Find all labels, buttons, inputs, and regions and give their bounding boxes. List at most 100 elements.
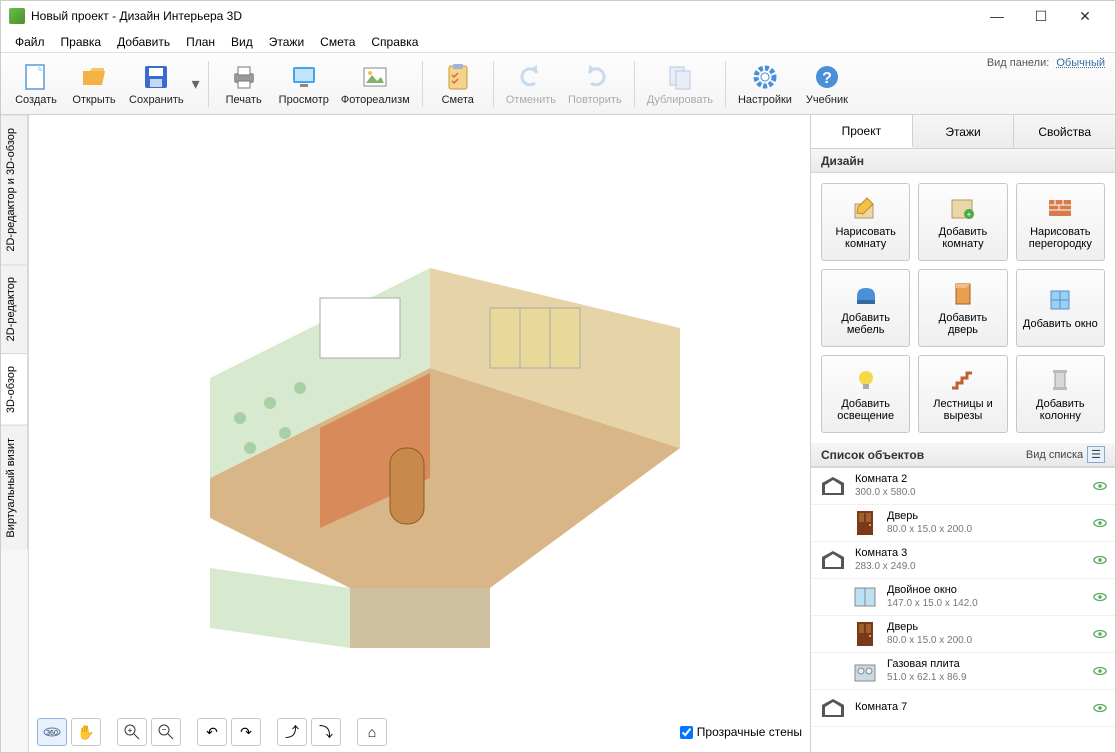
btn-draw-room[interactable]: Нарисовать комнату bbox=[821, 183, 910, 261]
transparent-walls-input[interactable] bbox=[680, 726, 693, 739]
toolbar-settings[interactable]: Настройки bbox=[734, 56, 796, 112]
object-name: Дверь bbox=[887, 621, 1085, 634]
close-button[interactable]: ✕ bbox=[1063, 2, 1107, 30]
menu-edit[interactable]: Правка bbox=[53, 33, 110, 51]
toolbar-estimate[interactable]: Смета bbox=[431, 56, 485, 112]
toolbar-create[interactable]: Создать bbox=[9, 56, 63, 112]
vtab-3d[interactable]: 3D-обзор bbox=[1, 353, 28, 425]
rtab-project[interactable]: Проект bbox=[811, 115, 913, 148]
viewport-toolbar: 360 ✋ + − ↶ ↷ ⤴ ⤵ ⌂ Прозрачные стены bbox=[37, 716, 802, 748]
visibility-toggle[interactable] bbox=[1093, 592, 1107, 602]
maximize-button[interactable]: ☐ bbox=[1019, 2, 1063, 30]
menu-view[interactable]: Вид bbox=[223, 33, 261, 51]
object-row[interactable]: Комната 2300.0 x 580.0 bbox=[811, 468, 1115, 505]
object-row[interactable]: Газовая плита51.0 x 62.1 x 86.9 bbox=[811, 653, 1115, 690]
stairs-icon bbox=[948, 366, 978, 394]
save-icon bbox=[141, 62, 171, 92]
object-row[interactable]: Дверь80.0 x 15.0 x 200.0 bbox=[811, 616, 1115, 653]
object-name: Комната 3 bbox=[855, 547, 1085, 560]
toolbar-undo[interactable]: Отменить bbox=[502, 56, 560, 112]
gear-icon bbox=[750, 62, 780, 92]
titlebar: Новый проект - Дизайн Интерьера 3D — ☐ ✕ bbox=[1, 1, 1115, 31]
object-row[interactable]: Двойное окно147.0 x 15.0 x 142.0 bbox=[811, 579, 1115, 616]
object-dims: 80.0 x 15.0 x 200.0 bbox=[887, 635, 1085, 647]
btn-add-column[interactable]: Добавить колонну bbox=[1016, 355, 1105, 433]
minimize-button[interactable]: — bbox=[975, 2, 1019, 30]
home-view-button[interactable]: ⌂ bbox=[357, 718, 387, 746]
menubar: Файл Правка Добавить План Вид Этажи Смет… bbox=[1, 31, 1115, 53]
btn-add-room[interactable]: +Добавить комнату bbox=[918, 183, 1007, 261]
menu-file[interactable]: Файл bbox=[7, 33, 53, 51]
stove-icon bbox=[851, 657, 879, 685]
menu-estimate[interactable]: Смета bbox=[312, 33, 363, 51]
room-icon bbox=[819, 694, 847, 722]
door-icon bbox=[851, 620, 879, 648]
menu-help[interactable]: Справка bbox=[363, 33, 426, 51]
btn-add-door[interactable]: Добавить дверь bbox=[918, 269, 1007, 347]
object-name: Газовая плита bbox=[887, 658, 1085, 671]
rotate-360-button[interactable]: 360 bbox=[37, 718, 67, 746]
visibility-toggle[interactable] bbox=[1093, 703, 1107, 713]
menu-plan[interactable]: План bbox=[178, 33, 223, 51]
scene-3d[interactable] bbox=[37, 123, 802, 712]
transparent-walls-checkbox[interactable]: Прозрачные стены bbox=[680, 725, 802, 739]
object-row[interactable]: Комната 3283.0 x 249.0 bbox=[811, 542, 1115, 579]
object-list: Комната 2300.0 x 580.0Дверь80.0 x 15.0 x… bbox=[811, 467, 1115, 752]
menu-floors[interactable]: Этажи bbox=[261, 33, 312, 51]
visibility-toggle[interactable] bbox=[1093, 629, 1107, 639]
visibility-toggle[interactable] bbox=[1093, 518, 1107, 528]
object-row[interactable]: Комната 7 bbox=[811, 690, 1115, 727]
zoom-in-button[interactable]: + bbox=[117, 718, 147, 746]
brick-icon bbox=[1045, 194, 1075, 222]
rtab-properties[interactable]: Свойства bbox=[1014, 115, 1115, 148]
pan-button[interactable]: ✋ bbox=[71, 718, 101, 746]
bulb-icon bbox=[851, 366, 881, 394]
btn-draw-partition[interactable]: Нарисовать перегородку bbox=[1016, 183, 1105, 261]
tilt-up-button[interactable]: ⤴ bbox=[277, 718, 307, 746]
toolbar-save[interactable]: Сохранить bbox=[125, 56, 188, 112]
btn-add-furniture[interactable]: Добавить мебель bbox=[821, 269, 910, 347]
room-icon bbox=[819, 546, 847, 574]
btn-add-light[interactable]: Добавить освещение bbox=[821, 355, 910, 433]
object-dims: 300.0 x 580.0 bbox=[855, 487, 1085, 499]
rtab-floors[interactable]: Этажи bbox=[913, 115, 1015, 148]
toolbar-duplicate[interactable]: Дублировать bbox=[643, 56, 717, 112]
object-name: Комната 7 bbox=[855, 701, 1085, 714]
duplicate-icon bbox=[665, 62, 695, 92]
toolbar-photoreal[interactable]: Фотореализм bbox=[337, 56, 414, 112]
object-row[interactable]: Дверь80.0 x 15.0 x 200.0 bbox=[811, 505, 1115, 542]
tilt-down-button[interactable]: ⤵ bbox=[311, 718, 341, 746]
folder-open-icon bbox=[79, 62, 109, 92]
vtab-2d[interactable]: 2D-редактор bbox=[1, 264, 28, 353]
list-view-icon[interactable]: ☰ bbox=[1087, 446, 1105, 463]
visibility-toggle[interactable] bbox=[1093, 555, 1107, 565]
svg-text:+: + bbox=[967, 210, 972, 219]
svg-text:360: 360 bbox=[46, 730, 58, 737]
pencil-room-icon bbox=[851, 194, 881, 222]
menu-add[interactable]: Добавить bbox=[109, 33, 178, 51]
vtab-2d-3d[interactable]: 2D-редактор и 3D-обзор bbox=[1, 115, 28, 264]
zoom-out-button[interactable]: − bbox=[151, 718, 181, 746]
btn-stairs[interactable]: Лестницы и вырезы bbox=[918, 355, 1007, 433]
toolbar-tutorial[interactable]: ? Учебник bbox=[800, 56, 854, 112]
save-dropdown[interactable]: ▾ bbox=[190, 74, 202, 94]
rotate-right-button[interactable]: ↷ bbox=[231, 718, 261, 746]
visibility-toggle[interactable] bbox=[1093, 666, 1107, 676]
object-dims: 283.0 x 249.0 bbox=[855, 561, 1085, 573]
rotate-left-button[interactable]: ↶ bbox=[197, 718, 227, 746]
photo-icon bbox=[360, 62, 390, 92]
right-panel: Проект Этажи Свойства Дизайн Нарисовать … bbox=[810, 115, 1115, 752]
toolbar-open[interactable]: Открыть bbox=[67, 56, 121, 112]
add-room-icon: + bbox=[948, 194, 978, 222]
vtab-virtual[interactable]: Виртуальный визит bbox=[1, 425, 28, 550]
design-header: Дизайн bbox=[811, 149, 1115, 173]
toolbar-preview[interactable]: Просмотр bbox=[275, 56, 333, 112]
toolbar-print[interactable]: Печать bbox=[217, 56, 271, 112]
chair-icon bbox=[851, 280, 881, 308]
viewport-3d[interactable]: 360 ✋ + − ↶ ↷ ⤴ ⤵ ⌂ Прозрачные стены bbox=[29, 115, 810, 752]
column-icon bbox=[1045, 366, 1075, 394]
visibility-toggle[interactable] bbox=[1093, 481, 1107, 491]
btn-add-window[interactable]: Добавить окно bbox=[1016, 269, 1105, 347]
panel-mode-link[interactable]: Обычный bbox=[1056, 57, 1105, 69]
toolbar-redo[interactable]: Повторить bbox=[564, 56, 626, 112]
